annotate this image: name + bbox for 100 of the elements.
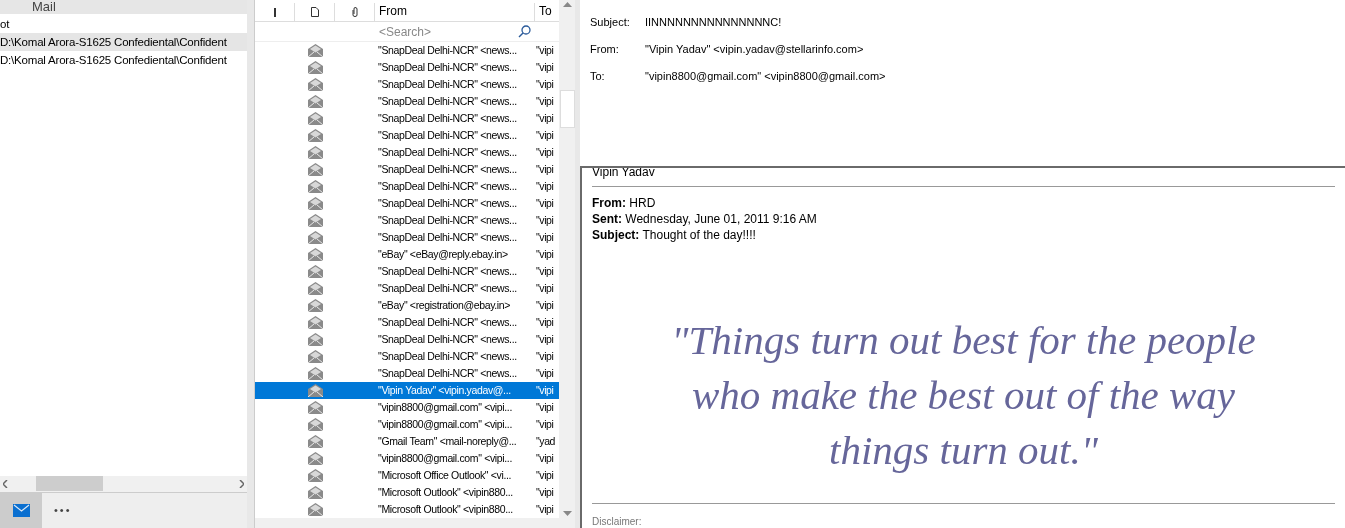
scrollbar-thumb[interactable] bbox=[559, 90, 575, 128]
message-detail: Sent: Wednesday, June 01, 2011 9:16 AM bbox=[592, 211, 818, 227]
search-field[interactable]: <Search> bbox=[375, 22, 535, 41]
sender-cell-text: "SnapDeal Delhi-NCR" <news... bbox=[377, 348, 518, 364]
more-button[interactable]: ••• bbox=[54, 502, 72, 519]
message-row[interactable]: "vipin8800@gmail.com" <vipi... "vipi bbox=[255, 450, 559, 467]
recipient-cell-text: "vipi bbox=[535, 127, 555, 143]
envelope-icon bbox=[307, 282, 323, 295]
envelope-icon bbox=[307, 95, 323, 108]
sender-cell-text: "SnapDeal Delhi-NCR" <news... bbox=[377, 42, 518, 58]
recipient-cell-text: "vipi bbox=[535, 382, 555, 398]
folder-item[interactable]: ot bbox=[0, 15, 247, 33]
column-header[interactable]: To bbox=[535, 3, 559, 21]
message-row[interactable]: "SnapDeal Delhi-NCR" <news... "vipi bbox=[255, 144, 559, 161]
scroll-left-icon bbox=[3, 480, 8, 488]
envelope-icon bbox=[307, 452, 323, 465]
mail-nav-button[interactable] bbox=[0, 493, 42, 528]
message-row[interactable]: "vipin8800@gmail.com" <vipi... "vipi bbox=[255, 416, 559, 433]
scroll-up-icon bbox=[562, 2, 572, 7]
message-row[interactable]: "SnapDeal Delhi-NCR" <news... "vipi bbox=[255, 110, 559, 127]
recipient-cell-text: "vipi bbox=[535, 76, 555, 92]
message-row[interactable]: "SnapDeal Delhi-NCR" <news... "vipi bbox=[255, 178, 559, 195]
message-row[interactable]: "vipin8800@gmail.com" <vipi... "vipi bbox=[255, 399, 559, 416]
pane-title: Mail bbox=[31, 0, 56, 14]
folder-item[interactable]: D:\Komal Arora-S1625 Confediental\Confident bbox=[0, 33, 247, 51]
envelope-icon bbox=[307, 129, 323, 142]
recipient-cell-text: "vipi bbox=[535, 195, 555, 211]
recipient-cell-text: "vipi bbox=[535, 416, 555, 432]
message-row[interactable]: "SnapDeal Delhi-NCR" <news... "vipi bbox=[255, 280, 559, 297]
message-detail: From: HRD bbox=[592, 195, 657, 211]
scrollbar-thumb[interactable] bbox=[36, 476, 103, 491]
message-row[interactable]: "Microsoft Office Outlook" <vi... "vipi bbox=[255, 467, 559, 484]
document-icon bbox=[310, 7, 319, 17]
header-label: Subject: bbox=[590, 15, 631, 30]
sender-cell-text: "SnapDeal Delhi-NCR" <news... bbox=[377, 178, 518, 194]
message-row[interactable]: "Gmail Team" <mail-noreply@... "yad bbox=[255, 433, 559, 450]
pane-splitter[interactable] bbox=[247, 0, 254, 528]
sender-cell-text: "Microsoft Outlook" <vipin880... bbox=[377, 501, 514, 517]
message-row[interactable]: "Vipin Yadav" <vipin.yadav@... "vipi bbox=[255, 382, 559, 399]
message-row[interactable]: "SnapDeal Delhi-NCR" <news... "vipi bbox=[255, 195, 559, 212]
vertical-scrollbar[interactable] bbox=[559, 0, 575, 518]
recipient-cell-text: "vipi bbox=[535, 161, 555, 177]
envelope-icon bbox=[307, 163, 323, 176]
recipient-cell-text: "vipi bbox=[535, 297, 555, 313]
recipient-cell-text: "vipi bbox=[535, 399, 555, 415]
message-row[interactable]: "SnapDeal Delhi-NCR" <news... "vipi bbox=[255, 42, 559, 59]
envelope-icon bbox=[307, 265, 323, 278]
sender-cell-text: "vipin8800@gmail.com" <vipi... bbox=[377, 416, 513, 432]
header-label: From: bbox=[590, 42, 620, 57]
recipient-cell-text: "vipi bbox=[535, 501, 555, 517]
header-value: "Vipin Yadav" <vipin.yadav@stellarinfo.com> bbox=[645, 42, 864, 57]
message-row[interactable]: "Microsoft Outlook" <vipin880... "vipi bbox=[255, 501, 559, 518]
disclaimer-label: Disclaimer: bbox=[592, 515, 643, 528]
header-value: "vipin8800@gmail.com" <vipin8800@gmail.com> bbox=[645, 69, 886, 84]
sender-cell-text: "SnapDeal Delhi-NCR" <news... bbox=[377, 195, 518, 211]
recipient-cell-text: "vipi bbox=[535, 314, 555, 330]
message-row[interactable]: "eBay" <eBay@reply.ebay.in> "vipi bbox=[255, 246, 559, 263]
message-row[interactable]: "SnapDeal Delhi-NCR" <news... "vipi bbox=[255, 314, 559, 331]
message-row[interactable]: "SnapDeal Delhi-NCR" <news... "vipi bbox=[255, 59, 559, 76]
message-row[interactable]: "SnapDeal Delhi-NCR" <news... "vipi bbox=[255, 161, 559, 178]
sender-cell-text: "SnapDeal Delhi-NCR" <news... bbox=[377, 314, 518, 330]
horizontal-scrollbar[interactable] bbox=[0, 476, 247, 492]
message-row[interactable]: "SnapDeal Delhi-NCR" <news... "vipi bbox=[255, 76, 559, 93]
message-row[interactable]: "SnapDeal Delhi-NCR" <news... "vipi bbox=[255, 331, 559, 348]
message-row[interactable]: "SnapDeal Delhi-NCR" <news... "vipi bbox=[255, 365, 559, 382]
message-detail: Subject: Thought of the day!!!! bbox=[592, 227, 757, 243]
recipient-cell-text: "vipi bbox=[535, 450, 555, 466]
sender-cell-text: "SnapDeal Delhi-NCR" <news... bbox=[377, 110, 518, 126]
message-row[interactable]: "SnapDeal Delhi-NCR" <news... "vipi bbox=[255, 229, 559, 246]
message-row[interactable]: "SnapDeal Delhi-NCR" <news... "vipi bbox=[255, 348, 559, 365]
sender-cell-text: "SnapDeal Delhi-NCR" <news... bbox=[377, 144, 518, 160]
recipient-cell-text: "vipi bbox=[535, 229, 555, 245]
recipient-cell-text: "yad bbox=[535, 433, 557, 449]
message-row[interactable]: "Microsoft Outlook" <vipin880... "vipi bbox=[255, 484, 559, 501]
message-row[interactable]: "eBay" <registration@ebay.in> "vipi bbox=[255, 297, 559, 314]
mail-icon bbox=[12, 504, 30, 517]
quote-text: "Things turn out best for the people who make the best out of the way things turn out." bbox=[670, 316, 1257, 475]
sender-cell-text: "Vipin Yadav" <vipin.yadav@... bbox=[377, 382, 512, 398]
folder-item[interactable]: D:\Komal Arora-S1625 Confediental\Confident bbox=[0, 51, 247, 69]
message-row[interactable]: "SnapDeal Delhi-NCR" <news... "vipi bbox=[255, 263, 559, 280]
sender-cell-text: "eBay" <eBay@reply.ebay.in> bbox=[377, 246, 509, 262]
sender-cell-text: "SnapDeal Delhi-NCR" <news... bbox=[377, 229, 518, 245]
header-label: To: bbox=[590, 69, 606, 84]
envelope-icon bbox=[307, 197, 323, 210]
recipient-cell-text: "vipi bbox=[535, 59, 555, 75]
column-header[interactable]: From bbox=[375, 3, 535, 21]
message-row[interactable]: "SnapDeal Delhi-NCR" <news... "vipi bbox=[255, 127, 559, 144]
sender-cell-text: "vipin8800@gmail.com" <vipi... bbox=[377, 399, 513, 415]
horizontal-scrollbar[interactable] bbox=[255, 518, 575, 528]
sender-cell-text: "Microsoft Outlook" <vipin880... bbox=[377, 484, 514, 500]
pane-splitter[interactable] bbox=[575, 0, 580, 528]
message-row[interactable]: "SnapDeal Delhi-NCR" <news... "vipi bbox=[255, 212, 559, 229]
search-icon bbox=[518, 25, 531, 38]
envelope-icon bbox=[307, 367, 323, 380]
sender-cell-text: "SnapDeal Delhi-NCR" <news... bbox=[377, 212, 518, 228]
paperclip-icon bbox=[351, 7, 358, 17]
recipient-cell-text: "vipi bbox=[535, 246, 555, 262]
recipient-cell-text: "vipi bbox=[535, 144, 555, 160]
message-row[interactable]: "SnapDeal Delhi-NCR" <news... "vipi bbox=[255, 93, 559, 110]
envelope-icon bbox=[307, 418, 323, 431]
